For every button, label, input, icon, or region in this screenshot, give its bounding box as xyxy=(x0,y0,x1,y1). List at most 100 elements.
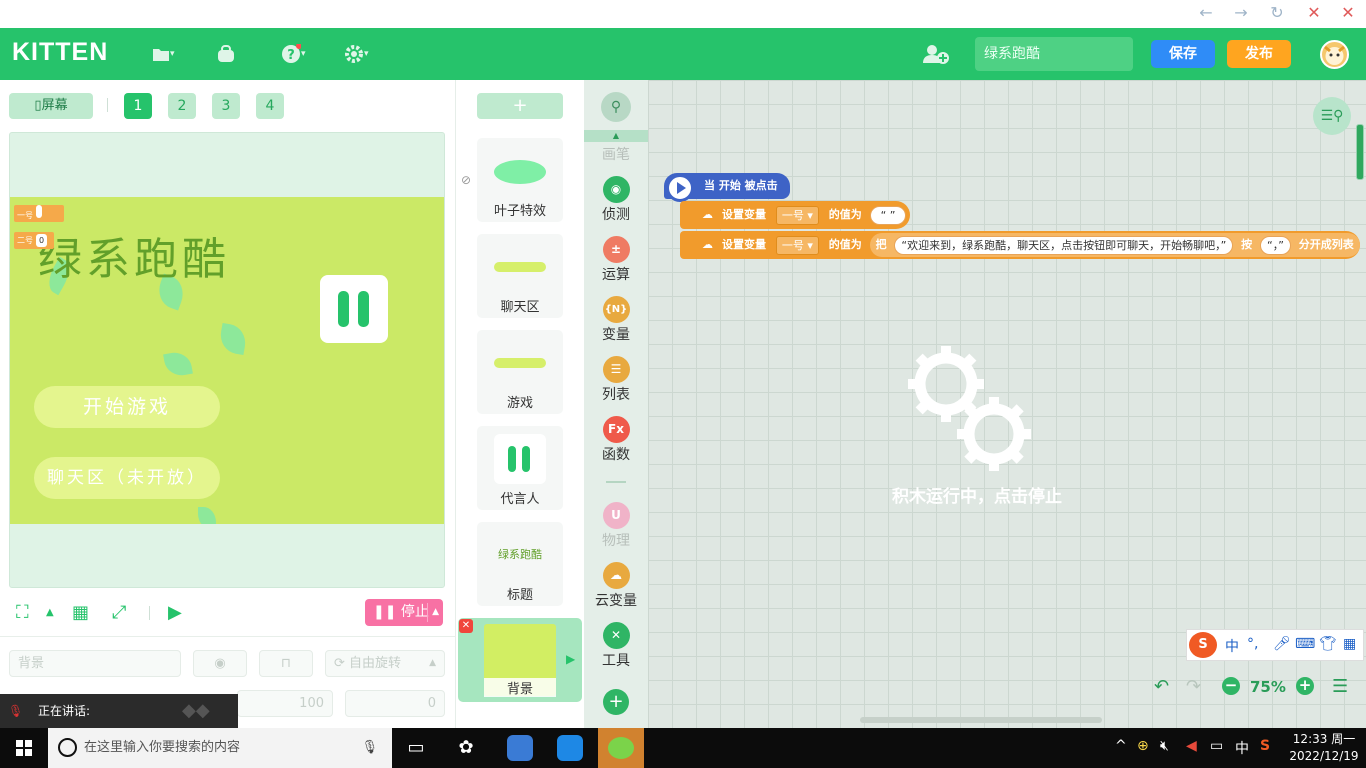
sprite-card-chat[interactable]: 聊天区 xyxy=(477,234,563,318)
page-tab-3[interactable]: 3 xyxy=(212,93,240,119)
when-start-clicked-block[interactable]: 当 开始 被点击 xyxy=(664,173,790,202)
rotation-mode-select[interactable]: ⟳ 自由旋转 ▲ xyxy=(325,650,445,677)
stop-button[interactable]: ❚❚ 停止 ▲ xyxy=(365,599,443,626)
category-variables[interactable]: {N} 变量 xyxy=(584,296,648,344)
chevron-up-icon[interactable]: ^ xyxy=(1115,738,1127,754)
chat-area-sprite[interactable]: 聊天区（未开放） xyxy=(34,457,220,499)
category-functions[interactable]: Fx 函数 xyxy=(584,416,648,464)
sogou-icon[interactable]: S xyxy=(1189,632,1217,658)
input-lang[interactable]: 中 xyxy=(1235,738,1249,758)
app-icon[interactable] xyxy=(548,728,592,768)
category-operators[interactable]: ± 运算 xyxy=(584,236,648,284)
text-input[interactable]: “欢迎来到，绿系跑酷，聊天区，点击按钮即可聊天，开始畅聊吧，” xyxy=(894,235,1234,255)
microphone-icon[interactable]: 🎙︎ xyxy=(361,728,378,768)
redo-icon[interactable]: ↷ xyxy=(1186,676,1201,697)
split-list-block[interactable]: 把 “欢迎来到，绿系跑酷，聊天区，点击按钮即可聊天，开始畅聊吧，” 按 “，” … xyxy=(869,233,1360,257)
category-pen[interactable]: 画笔 xyxy=(584,144,648,164)
page-tab-1[interactable]: 1 xyxy=(124,93,152,119)
category-sensing[interactable]: ◉ 侦测 xyxy=(584,176,648,224)
tray-app-icon[interactable]: ⊕ xyxy=(1137,738,1149,754)
lock-toggle[interactable]: ⊓ xyxy=(259,650,313,677)
sprite-card-leaf-effect[interactable]: 叶子特效 xyxy=(477,138,563,222)
file-menu-icon[interactable]: ▾ xyxy=(152,41,186,67)
delete-sprite-icon[interactable]: ✕ xyxy=(459,619,473,633)
close-window-icon[interactable]: ✕ xyxy=(1302,2,1326,26)
sogou-tray-icon[interactable]: S xyxy=(1260,738,1270,754)
screen-toggle-button[interactable]: ▯屏幕 xyxy=(9,93,93,119)
caret-up-icon[interactable]: ▲ xyxy=(46,607,54,618)
speaker-icon[interactable]: ◀ xyxy=(1186,738,1197,754)
bag-icon[interactable] xyxy=(216,41,250,67)
close-icon[interactable]: ✕ xyxy=(1336,2,1360,26)
running-stop-hint[interactable]: 积木运行中，点击停止 xyxy=(885,482,1069,507)
set-variable-block-2[interactable]: ☁ 设置变量 一号 ▾ 的值为 把 “欢迎来到，绿系跑酷，聊天区，点击按钮即可聊… xyxy=(680,231,1360,259)
vertical-scrollbar[interactable] xyxy=(1356,124,1364,180)
caret-up-icon[interactable]: ▲ xyxy=(432,599,439,626)
add-extension-button[interactable]: + xyxy=(603,689,629,715)
skin-icon[interactable]: 👕︎ xyxy=(1319,636,1337,652)
ime-lang[interactable]: 中 xyxy=(1225,636,1239,656)
visibility-toggle[interactable]: ◉ xyxy=(193,650,247,677)
app-icon[interactable]: ✿ xyxy=(444,728,488,768)
volume-muted-icon[interactable]: 🔇︎ xyxy=(1160,738,1169,754)
chevron-right-icon[interactable]: ▶ xyxy=(566,652,575,666)
refresh-icon[interactable]: ↻ xyxy=(1265,2,1289,26)
sprite-card-game[interactable]: 游戏 xyxy=(477,330,563,414)
size-input[interactable]: 100 xyxy=(237,690,333,717)
avatar[interactable] xyxy=(1320,40,1349,69)
separator-input[interactable]: “，” xyxy=(1260,235,1291,255)
hidden-eye-icon[interactable]: ⊘ xyxy=(461,173,471,187)
sprite-card-background[interactable]: 背景 ▶ xyxy=(458,618,582,702)
horizontal-scrollbar[interactable] xyxy=(860,717,1102,723)
microphone-icon[interactable]: 🎤︎ xyxy=(1273,636,1291,652)
add-user-icon[interactable] xyxy=(922,41,956,67)
sprite-name-input[interactable]: 背景 xyxy=(9,650,181,677)
start-game-sprite[interactable]: 开始游戏 xyxy=(34,386,220,428)
wechat-icon[interactable] xyxy=(598,728,644,768)
fullscreen-small-icon[interactable]: ⛶ xyxy=(16,602,29,623)
save-button[interactable]: 保存 xyxy=(1151,40,1215,68)
kitten-app-icon[interactable] xyxy=(498,728,542,768)
clock[interactable]: 12:33 周一 2022/12/19 xyxy=(1288,731,1360,765)
spokesperson-sprite[interactable] xyxy=(320,275,388,343)
task-view-icon[interactable]: ▭ xyxy=(394,728,438,768)
physics-icon: U xyxy=(602,502,630,529)
block-search-icon[interactable]: ☰⚲ xyxy=(1313,97,1351,135)
add-sprite-button[interactable]: + xyxy=(477,93,563,119)
category-cloud-variables[interactable]: ☁ 云变量 xyxy=(584,562,648,610)
punctuation-icon[interactable]: °, xyxy=(1247,636,1258,652)
sprite-card-spokesperson[interactable]: 代言人 xyxy=(477,426,563,510)
direction-input[interactable]: 0 xyxy=(345,690,445,717)
stage-canvas[interactable]: 绿系跑酷 一号 二号 0 开始游戏 聊天区（未开放） xyxy=(10,197,444,524)
keyboard-icon[interactable]: ⌨ xyxy=(1295,636,1315,652)
search-icon[interactable]: ⚲ xyxy=(601,92,631,122)
back-icon[interactable]: ← xyxy=(1194,2,1218,26)
undo-icon[interactable]: ↶ xyxy=(1154,676,1169,697)
variable-dropdown[interactable]: 一号 ▾ xyxy=(775,205,819,225)
project-name-input[interactable]: 绿系跑酷 xyxy=(975,37,1133,71)
expand-icon[interactable]: ⤢ xyxy=(112,602,126,623)
menu-grid-icon[interactable]: ▦ xyxy=(1343,636,1356,652)
page-tab-4[interactable]: 4 xyxy=(256,93,284,119)
sprite-card-title[interactable]: 绿系跑酷 标题 xyxy=(477,522,563,606)
grid-icon[interactable]: ▦ xyxy=(72,602,89,623)
forward-icon[interactable]: → xyxy=(1229,2,1253,26)
zoom-in-icon[interactable]: + xyxy=(1296,677,1314,695)
set-variable-block-1[interactable]: ☁ 设置变量 一号 ▾ 的值为 “ ” xyxy=(680,201,911,229)
publish-button[interactable]: 发布 xyxy=(1227,40,1291,68)
scroll-up-icon[interactable]: ▲ xyxy=(584,130,648,142)
help-icon[interactable]: ? ▾ xyxy=(281,41,315,67)
network-icon[interactable]: ▭ xyxy=(1210,738,1223,754)
taskbar-search[interactable]: 在这里输入你要搜索的内容 🎙︎ xyxy=(48,728,392,768)
category-physics[interactable]: U 物理 xyxy=(584,502,648,550)
windows-start-icon[interactable] xyxy=(2,728,46,768)
align-blocks-icon[interactable]: ☰ xyxy=(1332,676,1348,697)
page-tab-2[interactable]: 2 xyxy=(168,93,196,119)
variable-dropdown[interactable]: 一号 ▾ xyxy=(775,235,819,255)
zoom-out-icon[interactable]: − xyxy=(1222,677,1240,695)
category-lists[interactable]: ☰ 列表 xyxy=(584,356,648,404)
settings-gear-icon[interactable]: ▾ xyxy=(344,41,378,67)
category-tools[interactable]: ✕ 工具 xyxy=(584,622,648,670)
play-preview-icon[interactable]: ▶ xyxy=(168,602,182,623)
text-input[interactable]: “ ” xyxy=(869,205,907,225)
